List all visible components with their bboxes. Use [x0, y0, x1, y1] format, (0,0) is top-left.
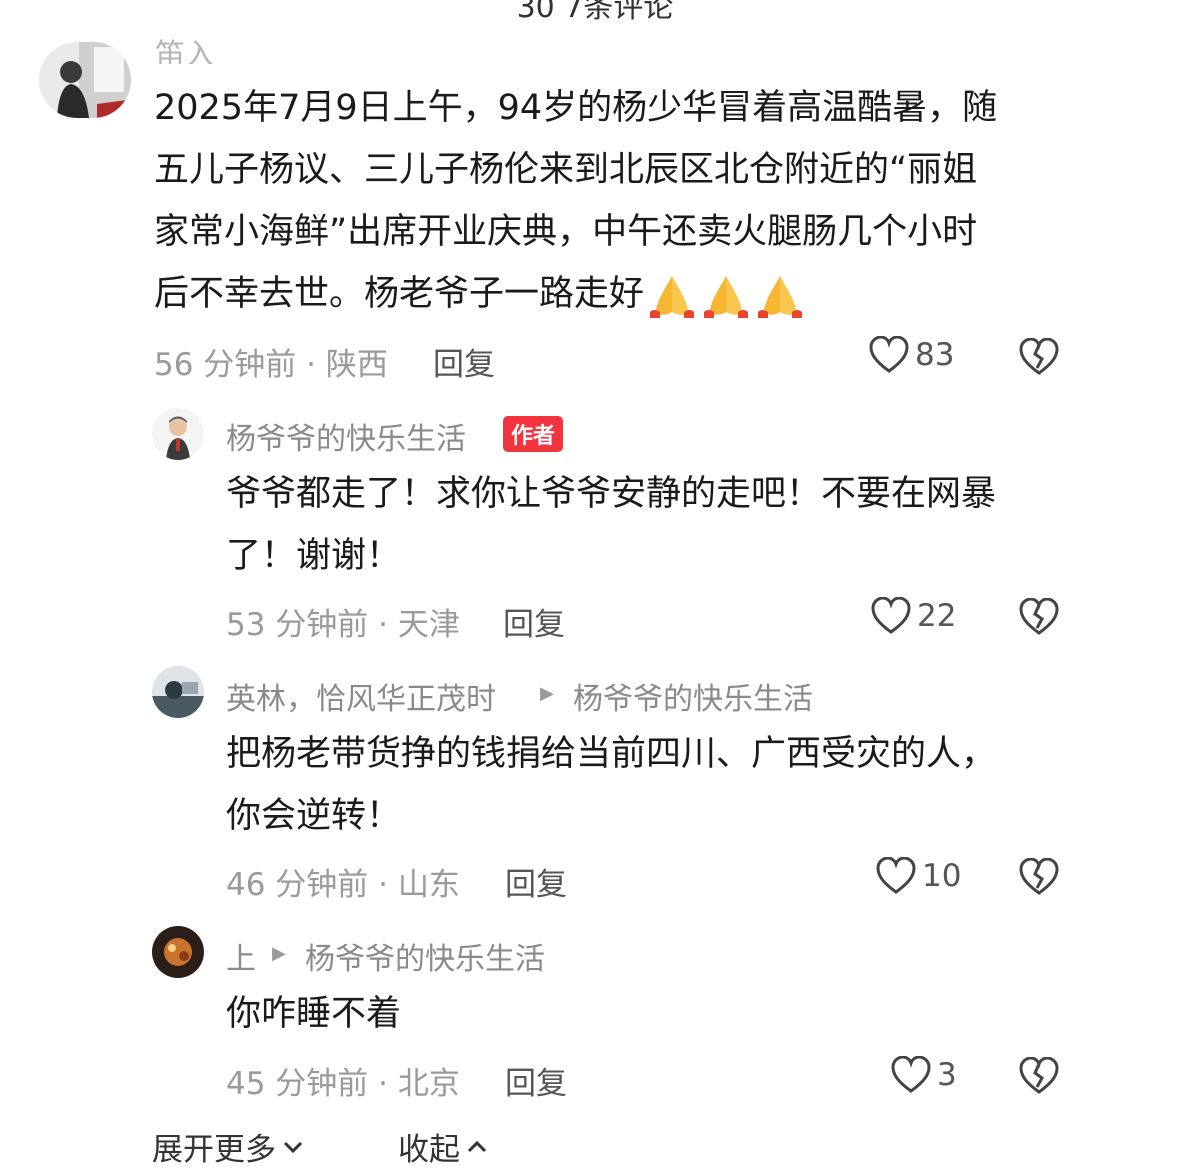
avatar[interactable] — [39, 42, 131, 118]
triangle-right-icon: ▶ — [540, 683, 554, 704]
broken-heart-icon — [1019, 1056, 1059, 1094]
comment-text: 你咋睡不着 — [226, 983, 401, 1045]
heart-outline-icon — [876, 857, 916, 894]
dislike-button[interactable] — [1019, 1056, 1059, 1099]
chevron-up-icon — [467, 1140, 487, 1152]
comment-text: 爷爷都走了！求你让爷爷安静的走吧！不要在网暴 了！谢谢！ — [226, 463, 996, 587]
reply-button[interactable]: 回复 — [433, 339, 495, 384]
comment-text-line: 你咋睡不着 — [226, 994, 402, 1034]
expand-more-label: 展开更多 — [152, 1132, 276, 1168]
like-count: 3 — [937, 1057, 957, 1093]
comments-count-title: 30 7条评论 — [516, 0, 674, 25]
collapse-button[interactable]: 收起 — [398, 1124, 488, 1169]
comment-text: 2025年7月9日上午，94岁的杨少华冒着高温酷暑，随 五儿子杨议、三儿子杨伦来… — [154, 77, 997, 325]
comment-text-line: 你会逆转！ — [226, 796, 402, 836]
avatar[interactable] — [152, 926, 204, 978]
reply-to-username[interactable]: 杨爷爷的快乐生活 — [305, 934, 545, 978]
triangle-right-icon: ▶ — [272, 943, 286, 964]
folded-hands-icon — [758, 276, 803, 318]
heart-outline-icon — [869, 336, 909, 373]
comment-text-line: 五儿子杨议、三儿子杨伦来到北辰区北仓附近的“丽姐 — [154, 150, 978, 190]
author-badge: 作者 — [503, 416, 564, 452]
comment-username[interactable]: 上 — [226, 934, 256, 978]
heart-outline-icon — [891, 1056, 931, 1093]
expand-more-button[interactable]: 展开更多 — [152, 1124, 304, 1169]
comment-text-line: 家常小海鲜”出席开业庆典，中午还卖火腿肠几个小时 — [154, 212, 978, 252]
dislike-button[interactable] — [1019, 597, 1059, 640]
comment-text-line: 把杨老带货挣的钱捐给当前四川、广西受灾的人， — [226, 734, 997, 774]
heart-outline-icon — [871, 597, 911, 634]
comment-text: 把杨老带货挣的钱捐给当前四川、广西受灾的人， 你会逆转！ — [226, 723, 996, 847]
comment-text-line: 了！谢谢！ — [226, 536, 402, 576]
reply-button[interactable]: 回复 — [505, 859, 567, 904]
comment-time-location: 56 分钟前 · 陕西 — [154, 347, 388, 383]
like-count: 22 — [917, 598, 957, 634]
like-count: 83 — [915, 337, 955, 373]
like-count: 10 — [922, 858, 962, 894]
avatar[interactable] — [152, 408, 204, 460]
pray-emoji-group — [644, 274, 806, 318]
reply-button[interactable]: 回复 — [505, 1058, 567, 1103]
dislike-button[interactable] — [1019, 857, 1059, 900]
comment-time-location: 45 分钟前 · 北京 — [226, 1066, 460, 1102]
comment-time-location: 46 分钟前 · 山东 — [226, 867, 460, 903]
collapse-label: 收起 — [398, 1132, 460, 1168]
broken-heart-icon — [1019, 857, 1059, 895]
avatar[interactable] — [152, 666, 204, 718]
comment-username[interactable]: 杨爷爷的快乐生活 — [226, 414, 466, 458]
reply-to-username[interactable]: 杨爷爷的快乐生活 — [573, 674, 813, 718]
comment-username[interactable]: 英林，恰风华正茂时 — [226, 674, 496, 718]
chevron-down-icon — [283, 1141, 303, 1153]
comment-text-line: 后不幸去世。杨老爷子一路走好 — [154, 274, 645, 314]
dislike-button[interactable] — [1019, 337, 1059, 380]
comment-username[interactable]: 笛入 — [155, 30, 215, 64]
folded-hands-icon — [650, 276, 695, 318]
like-button[interactable]: 10 — [876, 857, 961, 895]
folded-hands-icon — [704, 276, 749, 318]
like-button[interactable]: 3 — [891, 1056, 957, 1094]
like-button[interactable]: 22 — [871, 597, 956, 635]
comment-text-line: 2025年7月9日上午，94岁的杨少华冒着高温酷暑，随 — [154, 88, 998, 128]
comment-time-location: 53 分钟前 · 天津 — [226, 607, 460, 643]
like-button[interactable]: 83 — [869, 336, 954, 374]
reply-button[interactable]: 回复 — [503, 599, 565, 644]
comment-text-line: 爷爷都走了！求你让爷爷安静的走吧！不要在网暴 — [226, 474, 997, 514]
broken-heart-icon — [1019, 597, 1059, 635]
broken-heart-icon — [1019, 337, 1059, 375]
